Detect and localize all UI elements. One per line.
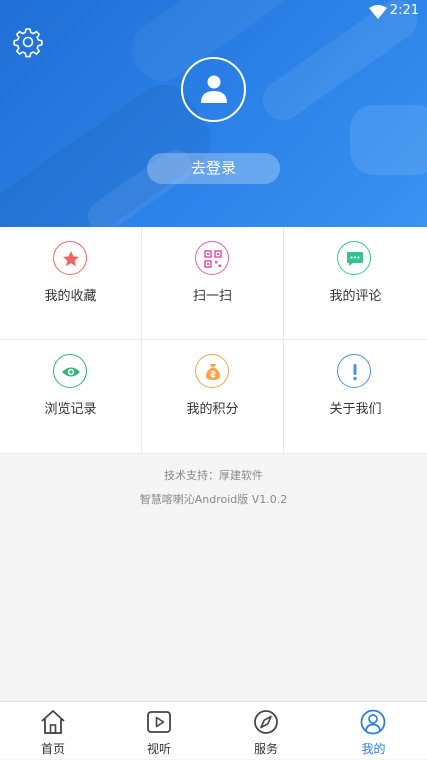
- info-exclamation-icon: [345, 362, 365, 382]
- money-bag-icon-wrapper: [195, 354, 229, 388]
- qr-scan-icon-wrapper: [195, 241, 229, 275]
- money-bag-icon: [203, 362, 223, 382]
- menu-item-label: 我的收藏: [0, 285, 141, 304]
- tab-mine[interactable]: 我的: [320, 702, 427, 760]
- tab-home[interactable]: 首页: [0, 702, 106, 760]
- menu-item-comments[interactable]: 我的评论: [284, 227, 427, 340]
- star-icon-wrapper: [53, 241, 87, 275]
- settings-button[interactable]: [12, 26, 44, 58]
- wifi-icon: [369, 5, 387, 19]
- feature-grid: 我的收藏 扫一扫 我的评论: [0, 227, 427, 454]
- menu-item-history[interactable]: 浏览记录: [0, 340, 142, 454]
- header-decoration: [350, 105, 427, 175]
- play-icon: [146, 708, 172, 736]
- tab-services[interactable]: 服务: [213, 702, 319, 760]
- menu-item-label: 关于我们: [284, 398, 427, 417]
- menu-item-about[interactable]: 关于我们: [284, 340, 427, 454]
- menu-item-favorites[interactable]: 我的收藏: [0, 227, 142, 340]
- menu-item-points[interactable]: 我的积分: [142, 340, 284, 454]
- tab-label: 我的: [320, 740, 427, 757]
- comment-icon: [345, 249, 365, 269]
- eye-icon-wrapper: [53, 354, 87, 388]
- tech-support-text: 技术支持：厚建软件: [0, 467, 427, 483]
- compass-icon: [253, 708, 279, 736]
- menu-item-label: 浏览记录: [0, 398, 141, 417]
- tab-label: 服务: [213, 740, 319, 757]
- comment-icon-wrapper: [337, 241, 371, 275]
- qr-scan-icon: [203, 249, 223, 269]
- profile-header: 2:21 去登录: [0, 0, 427, 227]
- user-icon: [199, 73, 229, 105]
- avatar[interactable]: [181, 57, 246, 122]
- menu-item-scan[interactable]: 扫一扫: [142, 227, 284, 340]
- status-bar: 2:21: [0, 0, 427, 24]
- menu-item-label: 我的积分: [142, 398, 283, 417]
- tab-label: 视听: [106, 740, 212, 757]
- bottom-tab-bar: 首页 视听 服务 我的: [0, 701, 427, 759]
- star-icon: [61, 249, 81, 269]
- home-icon: [40, 708, 66, 736]
- login-button[interactable]: 去登录: [147, 153, 280, 184]
- status-time: 2:21: [390, 3, 419, 18]
- gear-icon: [12, 26, 44, 58]
- info-exclamation-icon-wrapper: [337, 354, 371, 388]
- tab-label: 首页: [0, 740, 106, 757]
- menu-item-label: 我的评论: [284, 285, 427, 304]
- menu-item-label: 扫一扫: [142, 285, 283, 304]
- tab-media[interactable]: 视听: [106, 702, 212, 760]
- version-text: 智慧喀喇沁Android版 V1.0.2: [0, 491, 427, 507]
- user-icon: [360, 708, 386, 736]
- eye-icon: [61, 362, 81, 382]
